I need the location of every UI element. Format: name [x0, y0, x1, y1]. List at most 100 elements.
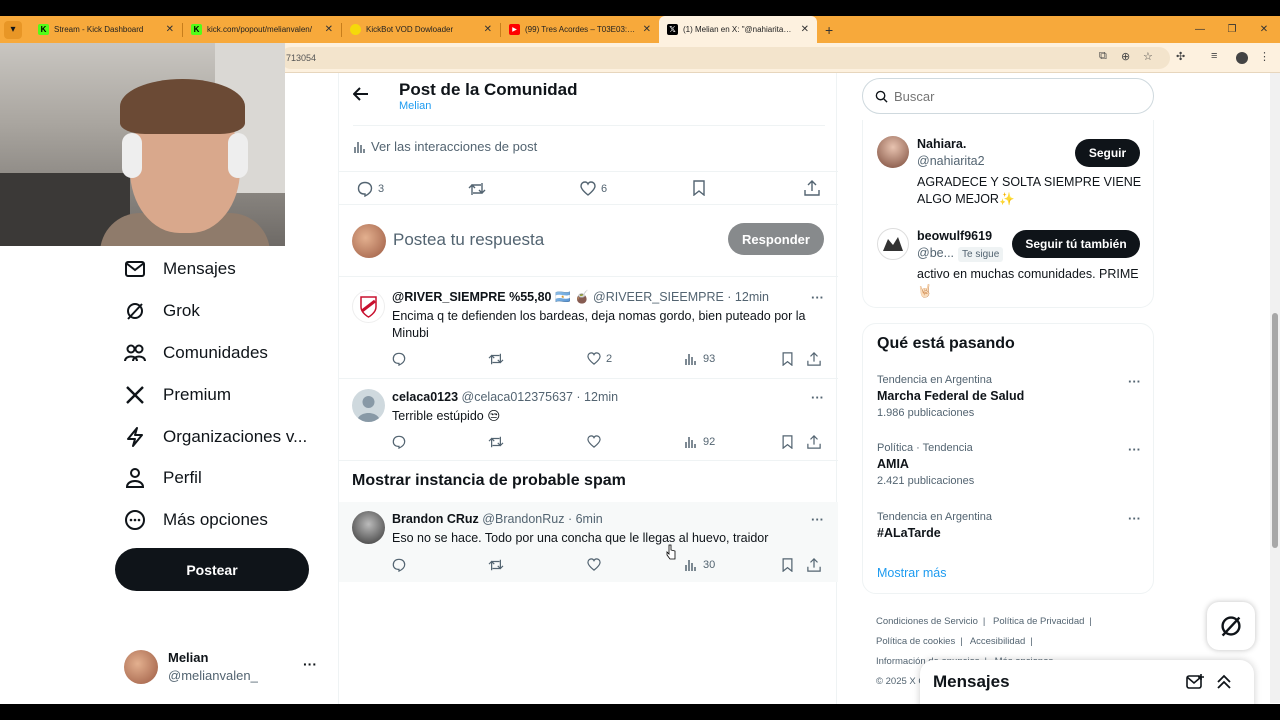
- install-app-icon[interactable]: ⧉: [1099, 50, 1107, 63]
- close-tab-icon[interactable]: ✕: [325, 24, 333, 35]
- trend-item[interactable]: Política · Tendencia AMIA 2.421 publicac…: [877, 442, 1147, 487]
- community-link[interactable]: Melian: [399, 100, 431, 112]
- spam-section-title[interactable]: Mostrar instancia de probable spam: [352, 472, 626, 490]
- new-tab-icon[interactable]: +: [825, 22, 833, 38]
- page-scrollbar[interactable]: [1270, 73, 1280, 703]
- search-input[interactable]: [894, 88, 1124, 104]
- repost-button[interactable]: [488, 558, 504, 572]
- search-box[interactable]: [862, 78, 1154, 114]
- minimize-icon[interactable]: —: [1184, 24, 1216, 35]
- browser-tab[interactable]: K Stream - Kick Dashboard ✕: [30, 16, 182, 43]
- share-button[interactable]: [804, 180, 820, 196]
- messages-drawer[interactable]: Mensajes: [920, 660, 1254, 710]
- account-switcher[interactable]: Melian @melianvalen_ ···: [124, 648, 329, 688]
- tab-title: KickBot VOD Dowloader: [366, 25, 454, 34]
- table-row[interactable]: celaca0123 @celaca012375637 · 12min ··· …: [339, 379, 838, 461]
- close-tab-icon[interactable]: ✕: [166, 24, 174, 35]
- trend-item[interactable]: Tendencia en Argentina Marcha Federal de…: [877, 374, 1147, 419]
- browser-tab[interactable]: ▶ (99) Tres Acordes – T03E03: Es ✕: [501, 16, 659, 43]
- follow-back-button[interactable]: Seguir tú también: [1012, 230, 1140, 258]
- close-tab-icon[interactable]: ✕: [643, 24, 651, 35]
- table-row[interactable]: Brandon CRuz @BrandonRuz · 6min ··· Eso …: [339, 502, 838, 582]
- reply-submit-button[interactable]: Responder: [728, 223, 824, 255]
- close-tab-icon[interactable]: ✕: [484, 24, 492, 35]
- reply-input[interactable]: Postea tu respuesta: [393, 230, 544, 250]
- trend-category: Tendencia en Argentina: [877, 511, 992, 523]
- more-icon[interactable]: ···: [1128, 374, 1141, 389]
- views-button[interactable]: 93: [684, 352, 715, 366]
- repost-button[interactable]: [488, 352, 504, 366]
- show-more-link[interactable]: Mostrar más: [877, 566, 946, 580]
- bookmark-button[interactable]: [782, 435, 793, 449]
- grok-button[interactable]: [1207, 602, 1255, 650]
- restore-icon[interactable]: ❐: [1216, 24, 1248, 35]
- footer-link[interactable]: Condiciones de Servicio: [876, 616, 978, 627]
- bookmark-button[interactable]: [782, 558, 793, 572]
- trend-item[interactable]: Tendencia en Argentina #ALaTarde ···: [877, 511, 1147, 540]
- more-icon[interactable]: ···: [811, 390, 824, 405]
- more-icon[interactable]: ···: [811, 290, 824, 305]
- expand-drawer-icon[interactable]: [1216, 674, 1232, 695]
- more-icon[interactable]: ···: [811, 512, 824, 527]
- nav-item-premium[interactable]: Premium: [124, 379, 231, 411]
- share-button[interactable]: [807, 558, 821, 572]
- more-icon[interactable]: ···: [303, 656, 317, 672]
- like-button[interactable]: 6: [580, 181, 607, 196]
- extensions-icon[interactable]: ✣: [1176, 50, 1185, 63]
- nav-item-grok[interactable]: Grok: [124, 295, 200, 327]
- author-name[interactable]: celaca0123: [392, 390, 458, 404]
- url-field[interactable]: 713054: [280, 47, 1170, 69]
- repost-button[interactable]: [488, 435, 504, 449]
- like-button[interactable]: [587, 558, 601, 571]
- share-button[interactable]: [807, 435, 821, 449]
- reply-button[interactable]: 3: [357, 181, 384, 197]
- views-button[interactable]: 30: [684, 558, 715, 572]
- more-icon[interactable]: ···: [1128, 442, 1141, 457]
- post-time[interactable]: · 6min: [568, 512, 603, 526]
- post-time[interactable]: · 12min: [576, 390, 618, 404]
- browser-tab-active[interactable]: 𝕏 (1) Melian en X: "@nahiarita2 @ ✕: [659, 16, 817, 43]
- author-name[interactable]: Brandon CRuz: [392, 512, 479, 526]
- bookmark-star-icon[interactable]: ☆: [1143, 50, 1153, 63]
- views-button[interactable]: 92: [684, 435, 715, 449]
- bookmark-button[interactable]: [782, 352, 793, 366]
- new-message-icon[interactable]: [1186, 674, 1204, 695]
- repost-button[interactable]: [468, 181, 486, 197]
- follow-button[interactable]: Seguir: [1075, 139, 1140, 167]
- author-name[interactable]: @RIVER_SIEMPRE %55,80 🇦🇷 🧉: [392, 290, 590, 304]
- nav-item-more[interactable]: Más opciones: [124, 504, 268, 536]
- nav-item-messages[interactable]: Mensajes: [124, 253, 236, 285]
- browser-tab[interactable]: KickBot VOD Dowloader ✕: [342, 16, 500, 43]
- scrollbar-thumb[interactable]: [1272, 313, 1278, 548]
- more-icon[interactable]: ···: [1128, 511, 1141, 526]
- like-button[interactable]: 2: [587, 352, 612, 365]
- table-row[interactable]: @RIVER_SIEMPRE %55,80 🇦🇷 🧉 @RIVEER_SIEEM…: [339, 278, 838, 379]
- browser-menu-icon[interactable]: ⋮: [1259, 50, 1270, 63]
- bookmark-button[interactable]: [693, 180, 705, 196]
- post-button[interactable]: Postear: [115, 548, 309, 591]
- reply-button[interactable]: [392, 558, 406, 572]
- reply-button[interactable]: [392, 435, 406, 449]
- zoom-icon[interactable]: ⊕: [1121, 50, 1130, 63]
- footer-link[interactable]: Política de Privacidad: [993, 616, 1084, 627]
- nav-item-organizations[interactable]: Organizaciones v...: [124, 421, 307, 453]
- close-tab-icon[interactable]: ✕: [801, 24, 809, 35]
- nav-item-communities[interactable]: Comunidades: [124, 337, 268, 369]
- profile-avatar[interactable]: [1236, 52, 1248, 64]
- back-arrow-icon[interactable]: [352, 87, 369, 106]
- tab-search-dropdown[interactable]: ▾: [4, 20, 22, 39]
- post-time[interactable]: · 12min: [727, 290, 769, 304]
- reply-button[interactable]: [392, 352, 406, 366]
- footer-link[interactable]: Política de cookies: [876, 636, 955, 647]
- nav-item-profile[interactable]: Perfil: [124, 462, 202, 494]
- like-button[interactable]: [587, 435, 601, 448]
- author-handle[interactable]: @RIVEER_SIEEMPRE: [593, 290, 724, 304]
- reading-list-icon[interactable]: ≡: [1211, 50, 1217, 62]
- author-handle[interactable]: @celaca012375637: [462, 390, 573, 404]
- footer-link[interactable]: Accesibilidad: [970, 636, 1025, 647]
- author-handle[interactable]: @BrandonRuz: [482, 512, 564, 526]
- post-interactions-link[interactable]: Ver las interacciones de post: [353, 139, 537, 154]
- share-button[interactable]: [807, 352, 821, 366]
- close-window-icon[interactable]: ✕: [1248, 24, 1280, 35]
- browser-tab[interactable]: K kick.com/popout/melianvalen/ ✕: [183, 16, 341, 43]
